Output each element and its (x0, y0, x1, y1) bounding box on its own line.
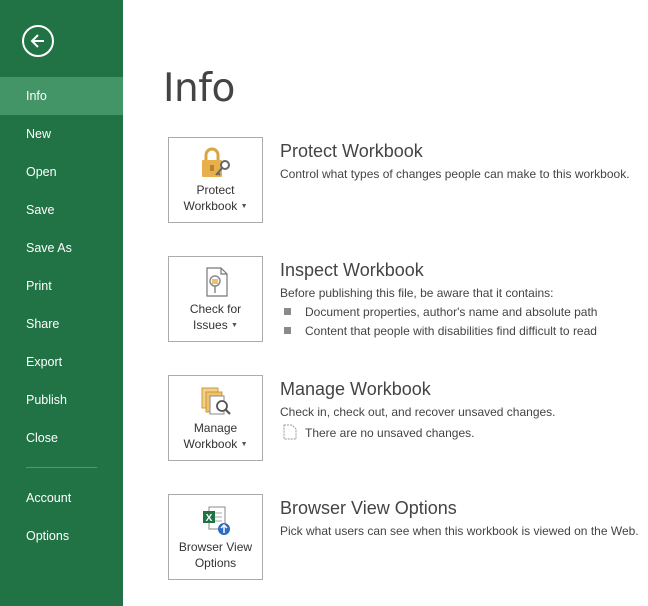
browser-view-label-line2: Options (194, 556, 237, 570)
inspect-workbook-desc: Before publishing this file, be aware th… (280, 286, 554, 300)
inspect-bullet-2: Content that people with disabilities fi… (305, 324, 597, 338)
sidebar-item-publish[interactable]: Publish (0, 381, 123, 419)
svg-text:X: X (205, 513, 212, 524)
check-for-issues-label-line1: Check for (189, 302, 242, 316)
sidebar-item-open[interactable]: Open (0, 153, 123, 191)
unsaved-changes-note: There are no unsaved changes. (305, 426, 475, 440)
bullet-icon (284, 327, 291, 334)
browser-view-options-button[interactable]: X Browser View Options (168, 494, 263, 580)
protect-workbook-desc: Control what types of changes people can… (280, 167, 630, 181)
inspect-document-icon (205, 267, 228, 297)
check-for-issues-label-line2: Issues (193, 318, 228, 332)
sidebar-item-options[interactable]: Options (0, 517, 123, 555)
sidebar-item-new[interactable]: New (0, 115, 123, 153)
sidebar-item-print[interactable]: Print (0, 267, 123, 305)
sidebar-item-save[interactable]: Save (0, 191, 123, 229)
manage-workbook-desc: Check in, check out, and recover unsaved… (280, 405, 556, 419)
manage-workbook-button[interactable]: Manage Workbook ▼ (168, 375, 263, 461)
manage-versions-icon (201, 387, 231, 415)
protect-workbook-label-line2: Workbook (183, 199, 238, 213)
excel-browser-icon: X (202, 506, 230, 535)
check-for-issues-button[interactable]: Check for Issues ▼ (168, 256, 263, 342)
protect-workbook-label-line1: Protect (196, 183, 235, 197)
sidebar-item-close[interactable]: Close (0, 419, 123, 457)
protect-workbook-button[interactable]: Protect Workbook ▼ (168, 137, 263, 223)
back-arrow-icon (30, 34, 44, 48)
manage-workbook-title: Manage Workbook (280, 379, 431, 399)
sidebar-item-share[interactable]: Share (0, 305, 123, 343)
lock-key-icon (201, 147, 230, 177)
sidebar-item-account[interactable]: Account (0, 479, 123, 517)
dropdown-caret-icon: ▼ (240, 440, 248, 448)
browser-view-options-desc: Pick what users can see when this workbo… (280, 524, 639, 538)
manage-workbook-label-line2: Workbook (183, 437, 238, 451)
protect-workbook-title: Protect Workbook (280, 141, 423, 161)
sidebar-item-info[interactable]: Info (0, 77, 123, 115)
browser-view-label-line1: Browser View (178, 540, 253, 554)
bullet-icon (284, 308, 291, 315)
back-button[interactable] (22, 25, 54, 57)
sidebar-item-save-as[interactable]: Save As (0, 229, 123, 267)
inspect-workbook-title: Inspect Workbook (280, 260, 424, 280)
manage-workbook-label-line1: Manage (193, 421, 238, 435)
unsaved-document-icon (283, 424, 297, 440)
dropdown-caret-icon: ▼ (240, 202, 248, 210)
page-title: Info (163, 66, 235, 111)
sidebar-item-export[interactable]: Export (0, 343, 123, 381)
backstage-sidebar: Info New Open Save Save As Print Share E… (0, 0, 123, 606)
dropdown-caret-icon: ▼ (231, 321, 238, 329)
sidebar-divider (26, 467, 97, 468)
inspect-bullet-1: Document properties, author's name and a… (305, 305, 598, 319)
browser-view-options-title: Browser View Options (280, 498, 457, 518)
